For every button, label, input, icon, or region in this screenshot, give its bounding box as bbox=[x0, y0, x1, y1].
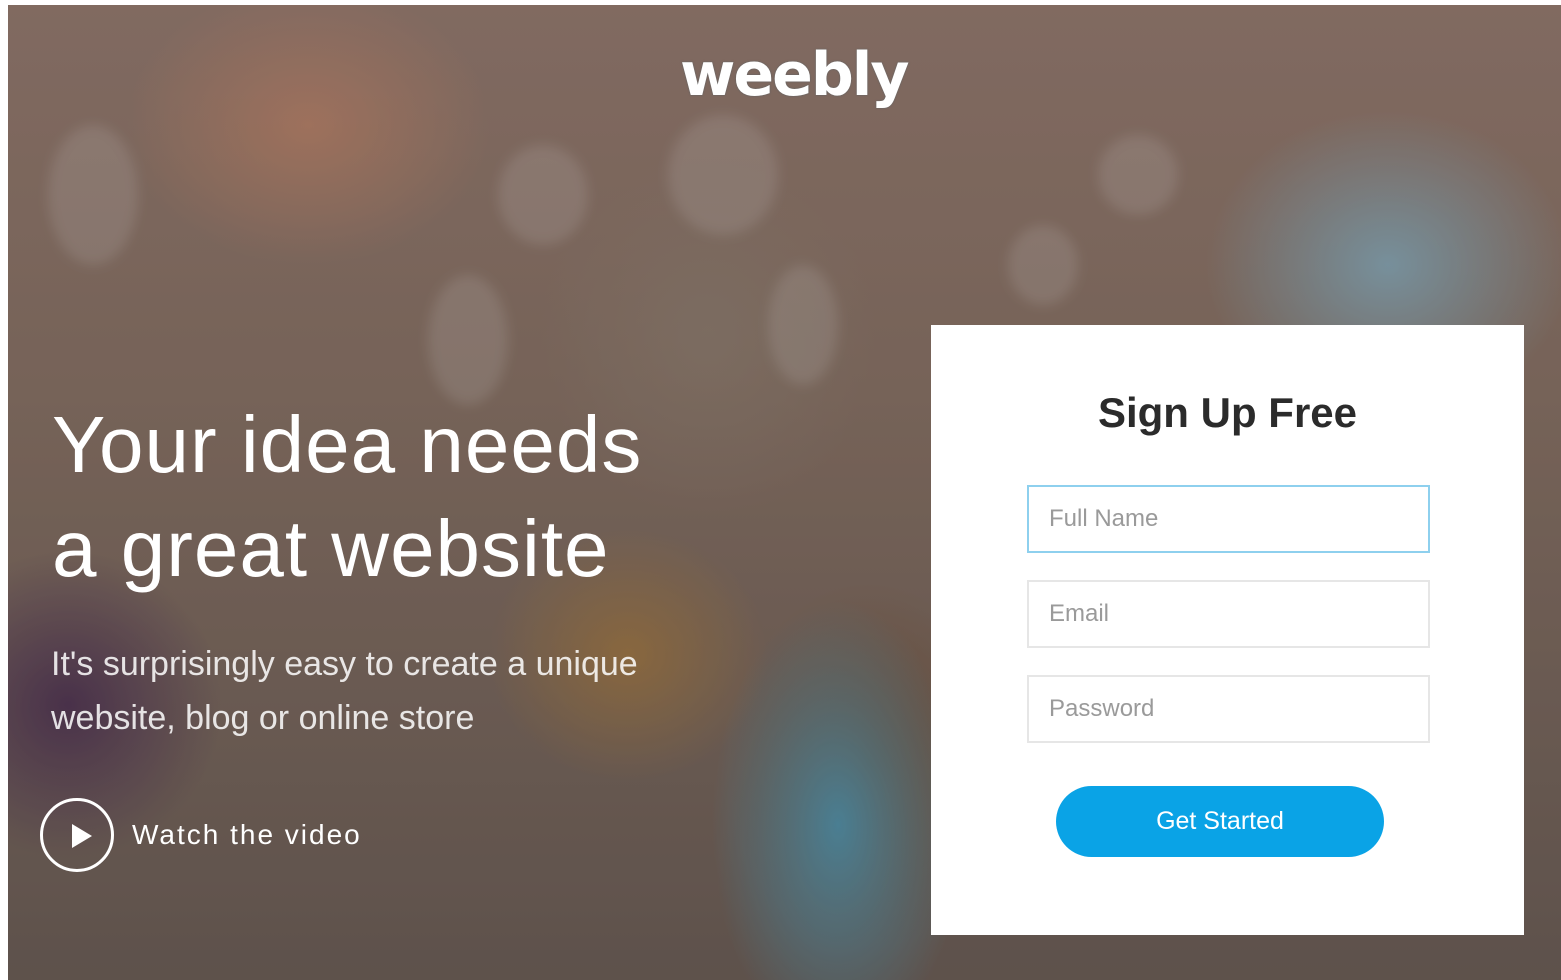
watch-video-link[interactable]: Watch the video bbox=[40, 795, 362, 875]
hero-headline-line: a great website bbox=[52, 504, 610, 593]
hero-subtext-line: website, blog or online store bbox=[51, 699, 475, 737]
hero-subtext: It's surprisingly easy to create a uniqu… bbox=[51, 637, 771, 745]
email-input[interactable] bbox=[1027, 580, 1430, 648]
weebly-logo[interactable]: weebly bbox=[680, 35, 909, 115]
play-icon[interactable] bbox=[40, 798, 114, 872]
signup-card: Sign Up Free Get Started bbox=[931, 325, 1524, 935]
get-started-button[interactable]: Get Started bbox=[1056, 786, 1384, 857]
hero-headline: Your idea needs a great website bbox=[52, 393, 872, 601]
hero-subtext-line: It's surprisingly easy to create a uniqu… bbox=[51, 645, 638, 683]
full-name-input[interactable] bbox=[1027, 485, 1430, 553]
watch-video-label[interactable]: Watch the video bbox=[132, 819, 362, 851]
signup-title: Sign Up Free bbox=[1097, 389, 1358, 436]
password-input[interactable] bbox=[1027, 675, 1430, 743]
hero-headline-line: Your idea needs bbox=[52, 400, 643, 489]
